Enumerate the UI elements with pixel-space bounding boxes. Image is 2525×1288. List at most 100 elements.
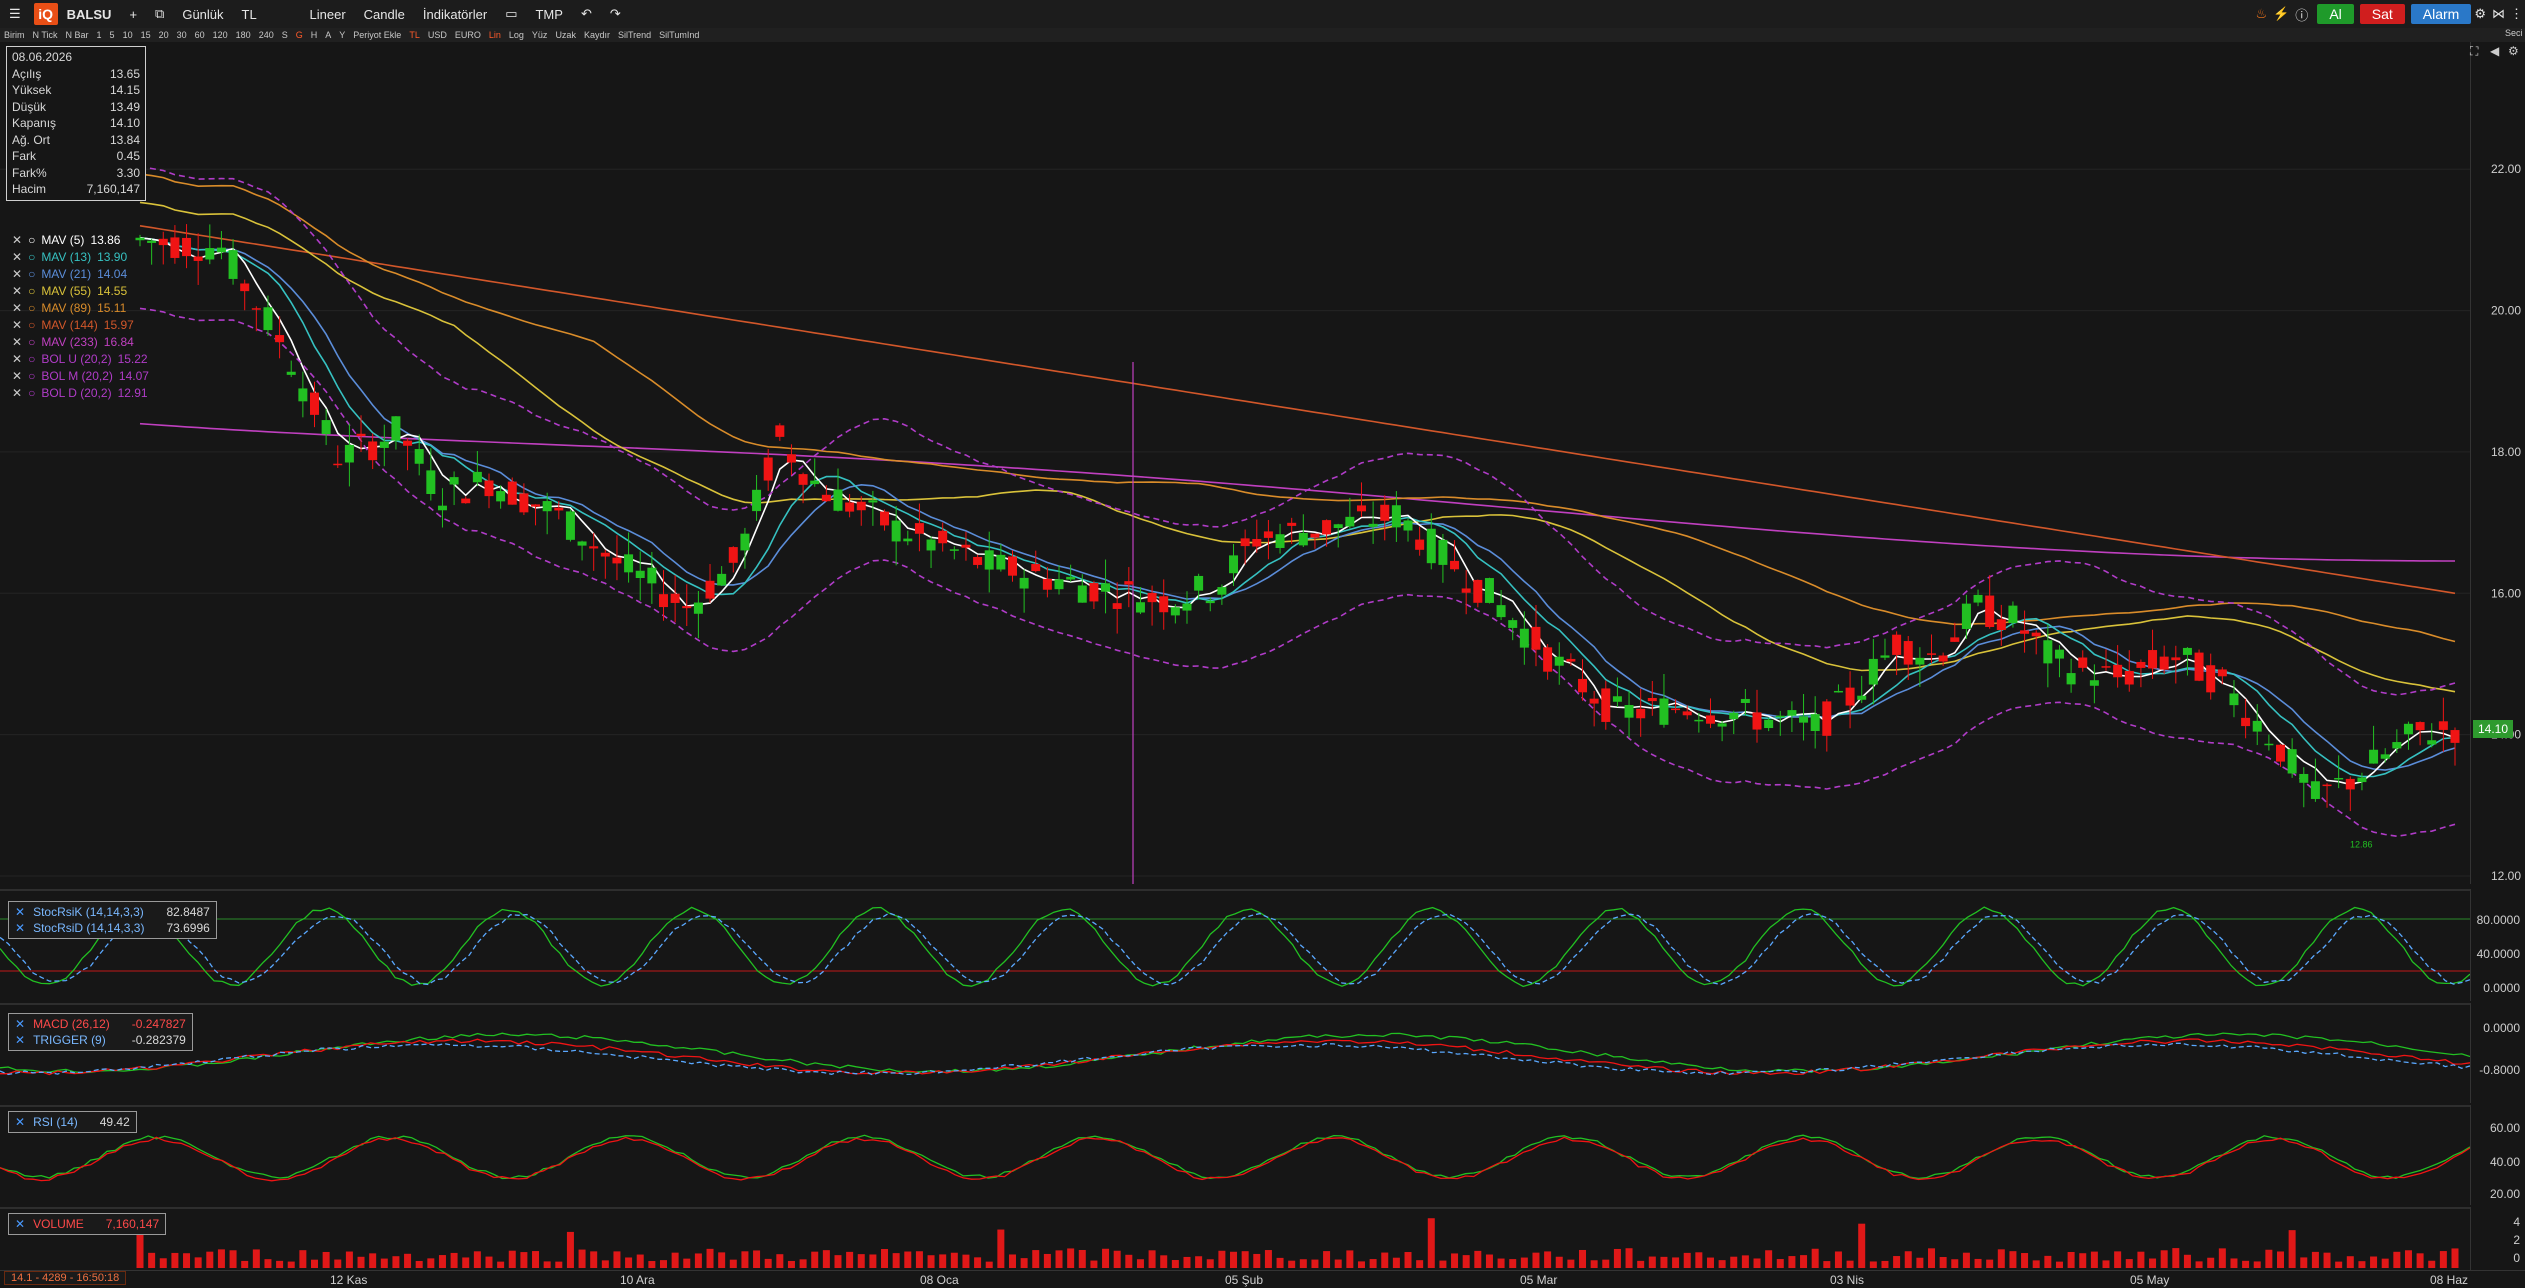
alarm-button[interactable]: Alarm <box>2410 4 2472 24</box>
folder-icon[interactable]: ▭ <box>496 0 526 28</box>
candle-body <box>286 371 296 375</box>
candle-body <box>810 480 820 485</box>
toolbar2-item[interactable]: 1 <box>93 30 106 40</box>
stoch-chart[interactable] <box>0 891 2470 1001</box>
close-icon[interactable]: ✕ <box>12 300 22 317</box>
toolbar2-item[interactable]: Yüz <box>528 30 552 40</box>
indicator-legend-row[interactable]: ✕ ○ MAV (21) 14.04 <box>12 266 149 283</box>
toolbar2-item[interactable]: Y <box>335 30 349 40</box>
close-icon[interactable]: ✕ <box>15 1216 25 1232</box>
close-icon[interactable]: ✕ <box>15 920 25 936</box>
fullscreen-icon[interactable]: ⛶ <box>2470 44 2478 59</box>
toolbar2-item[interactable]: 120 <box>209 30 232 40</box>
toolbar2-item[interactable]: N Tick <box>29 30 62 40</box>
time-tick-label: 05 Şub <box>1225 1273 1264 1287</box>
period-select[interactable]: Günlük <box>173 0 232 28</box>
close-icon[interactable]: ✕ <box>12 385 22 402</box>
candle-body <box>1636 708 1646 719</box>
toolbar2-item[interactable]: TL <box>405 30 424 40</box>
toolbar2-item[interactable]: USD <box>424 30 451 40</box>
toolbar2-item[interactable]: 240 <box>255 30 278 40</box>
toolbar2-item[interactable]: Birim <box>0 30 29 40</box>
flash-icon[interactable]: ⚡ <box>2270 0 2292 28</box>
visibility-icon[interactable]: ○ <box>28 300 35 317</box>
info-icon[interactable]: ⓘ <box>2292 0 2311 28</box>
toolbar2-item[interactable]: Log <box>505 30 528 40</box>
close-icon[interactable]: ✕ <box>12 266 22 283</box>
toolbar2-item[interactable]: 180 <box>232 30 255 40</box>
visibility-icon[interactable]: ○ <box>28 232 35 249</box>
indicator-legend-row[interactable]: ✕ ○ MAV (5) 13.86 <box>12 232 149 249</box>
share-icon[interactable]: ⋈ <box>2489 0 2508 28</box>
toolbar2-item[interactable]: 60 <box>191 30 209 40</box>
indicator-legend-row[interactable]: ✕ ○ MAV (89) 15.11 <box>12 300 149 317</box>
close-icon[interactable]: ✕ <box>15 1114 25 1130</box>
toolbar2-item[interactable]: 20 <box>155 30 173 40</box>
add-symbol-icon[interactable]: + <box>120 0 146 28</box>
toolbar2-item[interactable]: EURO <box>451 30 485 40</box>
close-icon[interactable]: ✕ <box>15 1016 25 1032</box>
close-icon[interactable]: ✕ <box>12 351 22 368</box>
toolbar2-item[interactable]: SilTrend <box>614 30 655 40</box>
template-button[interactable]: TMP <box>526 0 571 28</box>
toolbar2-item[interactable]: 5 <box>106 30 119 40</box>
indicator-legend-row[interactable]: ✕ ○ BOL U (20,2) 15.22 <box>12 351 149 368</box>
panel-settings-icon[interactable]: ⚙ <box>2508 44 2519 58</box>
volume-chart[interactable] <box>0 1209 2470 1270</box>
chart-type-select[interactable]: Candle <box>355 0 414 28</box>
close-icon[interactable]: ✕ <box>12 317 22 334</box>
close-icon[interactable]: ✕ <box>12 283 22 300</box>
indicator-legend-row[interactable]: ✕ ○ BOL M (20,2) 14.07 <box>12 368 149 385</box>
toolbar2-item[interactable]: H <box>307 30 322 40</box>
toolbar2-item[interactable]: 30 <box>173 30 191 40</box>
visibility-icon[interactable]: ○ <box>28 317 35 334</box>
close-icon[interactable]: ✕ <box>12 334 22 351</box>
indicator-legend-row[interactable]: ✕ ○ BOL D (20,2) 12.91 <box>12 385 149 402</box>
indicators-menu[interactable]: İndikatörler <box>414 0 496 28</box>
fire-icon[interactable]: ♨ <box>2252 0 2270 28</box>
indicator-legend-row[interactable]: ✕ ○ MAV (144) 15.97 <box>12 317 149 334</box>
close-icon[interactable]: ✕ <box>12 368 22 385</box>
visibility-icon[interactable]: ○ <box>28 283 35 300</box>
visibility-icon[interactable]: ○ <box>28 266 35 283</box>
visibility-icon[interactable]: ○ <box>28 385 35 402</box>
back-icon[interactable]: ◀ <box>2490 44 2499 58</box>
close-icon[interactable]: ✕ <box>12 249 22 266</box>
visibility-icon[interactable]: ○ <box>28 334 35 351</box>
close-icon[interactable]: ✕ <box>15 904 25 920</box>
indicator-legend-row[interactable]: ✕ ○ MAV (13) 13.90 <box>12 249 149 266</box>
more-icon[interactable]: ⋮ <box>2508 0 2525 28</box>
indicator-legend-row[interactable]: ✕ ○ MAV (55) 14.55 <box>12 283 149 300</box>
symbol-input[interactable]: BALSU <box>58 0 121 28</box>
toolbar2-item[interactable]: SilTumInd <box>655 30 703 40</box>
sell-button[interactable]: Sat <box>2359 4 2405 24</box>
toolbar2-item[interactable]: 10 <box>119 30 137 40</box>
redo-icon[interactable]: ↷ <box>601 0 630 28</box>
toolbar2-item[interactable]: 15 <box>137 30 155 40</box>
visibility-icon[interactable]: ○ <box>28 351 35 368</box>
price-chart[interactable]: 12.86 <box>0 42 2470 884</box>
visibility-icon[interactable]: ○ <box>28 368 35 385</box>
toolbar2-item[interactable]: Kaydır <box>580 30 614 40</box>
currency-select[interactable]: TL <box>233 0 301 28</box>
rsi-chart[interactable] <box>0 1107 2470 1205</box>
toolbar2-item[interactable]: A <box>321 30 335 40</box>
indicator-legend-row[interactable]: ✕ ○ MAV (233) 16.84 <box>12 334 149 351</box>
visibility-icon[interactable]: ○ <box>28 249 35 266</box>
toolbar2-item[interactable]: Uzak <box>551 30 580 40</box>
macd-chart[interactable] <box>0 1005 2470 1103</box>
close-icon[interactable]: ✕ <box>15 1032 25 1048</box>
buy-button[interactable]: Al <box>2317 4 2354 24</box>
toolbar2-item[interactable]: Periyot Ekle <box>349 30 405 40</box>
toolbar2-item[interactable]: Lin <box>485 30 505 40</box>
toolbar2-item[interactable]: G <box>292 30 307 40</box>
toolbar2-item[interactable]: N Bar <box>62 30 93 40</box>
toolbar2-item[interactable]: S <box>278 30 292 40</box>
gear-icon[interactable]: ⚙ <box>2471 0 2489 28</box>
volume-bar <box>1544 1251 1552 1268</box>
undo-icon[interactable]: ↶ <box>572 0 601 28</box>
close-icon[interactable]: ✕ <box>12 232 22 249</box>
scale-select[interactable]: Lineer <box>301 0 355 28</box>
menu-icon[interactable]: ☰ <box>0 0 30 28</box>
open-window-icon[interactable]: ⧉ <box>146 0 173 28</box>
